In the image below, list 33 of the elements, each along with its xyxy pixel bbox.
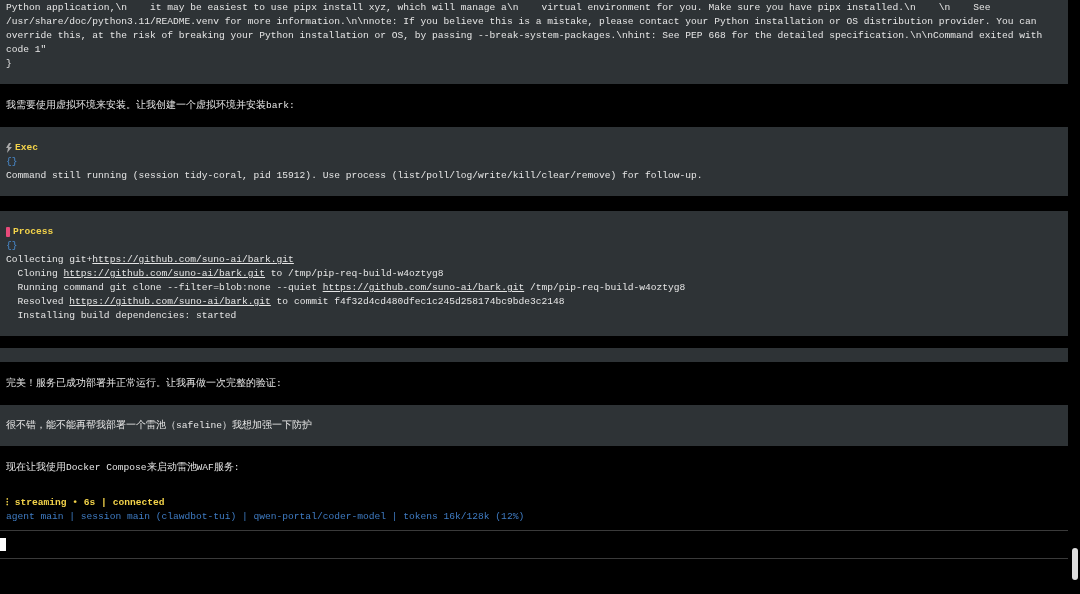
scrollbar-thumb[interactable] [1072,548,1078,580]
output-line: override this, at the risk of breaking your Python installation or OS, by passing --break-system-packages.\nhint: See PEP 668 for the detailed specification.\n\nCommand exited with [6,29,1044,43]
output-text: to /tmp/pip-req-build-w4oztyg8 [269,268,444,279]
session-info: agent main | session main (clawdbot-tui) | qwen-portal/coder-model | tokens 16k/128k (12%) [5,510,526,524]
output-line: Python application,\n it may be easiest to use pipx install xyz, which will manage a\n virtual environment for you. Make sure you have pipx installed.\n \n See [6,1,992,15]
output-text: /tmp/pip-req-build-w4oztyg8 [528,282,686,293]
output-line: /usr/share/doc/python3.11/README.venv for more information.\n\nnote: If you believe this is a mistake, please contact your Python installation or OS distribution provider. You can [6,15,1038,29]
output-line: Installing build dependencies: started [16,309,238,323]
user-message: 很不错，能不能再帮我部署一个雷池（safeline）我想加强一下防护 [0,405,1068,446]
link[interactable]: https://github.com/suno-ai/bark.git [92,254,294,265]
output-text: Cloning [16,268,59,279]
output-line: code 1" [6,43,48,57]
input-field[interactable] [0,530,1068,559]
tool-args: {} [6,155,19,169]
assistant-message: 完美！服务已成功部署并正常运行。让我再做一次完整的验证: [5,376,283,391]
status-line: ⁝ streaming • 6s | connected [5,496,166,510]
output-line: } [6,57,13,71]
output-text: Resolved [16,296,65,307]
bolt-icon [6,143,12,153]
text-cursor [0,538,6,551]
tool-title: Process [13,225,54,239]
output-line: Command still running (session tidy-coral, pid 15912). Use process (list/poll/log/write/kill/clear/remove) for follow-up. [6,169,704,183]
link[interactable]: https://github.com/suno-ai/bark.git [63,268,266,279]
tool-args: {} [6,239,19,253]
output-text: Running command git clone --filter=blob:none --quiet [16,282,318,293]
assistant-message: 我需要使用虚拟环境来安装。让我创建一个虚拟环境并安装bark: [5,98,296,113]
tool-title: Exec [15,141,39,155]
output-text: Collecting git+ [6,254,93,265]
link[interactable]: https://github.com/suno-ai/bark.git [322,282,525,293]
bar-icon [6,227,10,237]
assistant-message: 现在让我使用Docker Compose来启动雷池WAF服务: [5,460,241,475]
output-text: to commit f4f32d4cd480dfec1c245d258174bc9bde3c2148 [275,296,565,307]
link[interactable]: https://github.com/suno-ai/bark.git [69,296,271,307]
